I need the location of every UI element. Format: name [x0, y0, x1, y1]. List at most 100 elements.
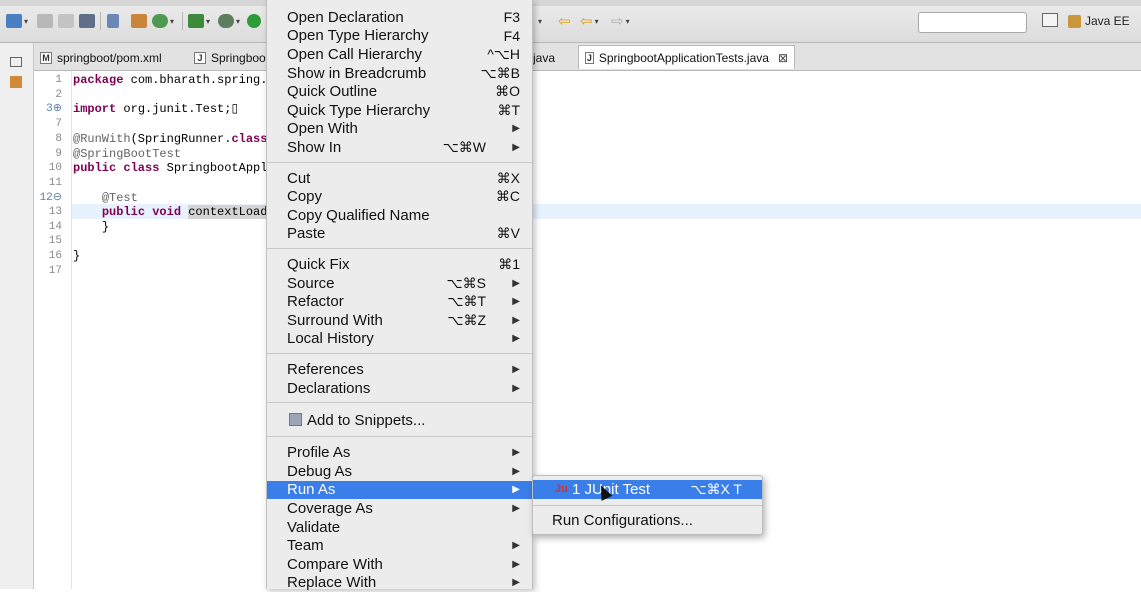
- menu-item-source[interactable]: Source ⌥⌘S ▶: [267, 274, 532, 293]
- submenu-arrow-icon: ▶: [512, 333, 520, 345]
- code-token: org.junit.Test;▯: [116, 102, 239, 116]
- submenu-arrow-icon: ▶: [512, 123, 520, 135]
- code-line[interactable]: @Test: [73, 191, 138, 206]
- debug-icon[interactable]: ▾: [218, 12, 240, 30]
- menu-item-show-in-breadcrumb[interactable]: Show in Breadcrumb ⌥⌘B: [267, 64, 532, 83]
- menu-item-label: Validate: [287, 518, 341, 536]
- print-icon[interactable]: [79, 12, 95, 30]
- code-line[interactable]: @SpringBootTest: [73, 147, 181, 162]
- menu-item-show-in[interactable]: Show In ⌥⌘W ▶: [267, 138, 532, 157]
- submenu-arrow-icon: ▶: [512, 382, 520, 394]
- code-line[interactable]: public void contextLoads: [73, 205, 275, 220]
- keyword-token: class: [231, 132, 268, 146]
- save-icon[interactable]: [37, 12, 53, 30]
- menu-item-shortcut: ⌘C: [495, 188, 520, 205]
- save-all-icon[interactable]: [58, 12, 74, 30]
- forward-icon[interactable]: ⇨ ▾: [611, 12, 630, 30]
- back-icon[interactable]: ⇦: [558, 12, 571, 30]
- annotation-token: @Test: [101, 191, 138, 205]
- menu-item-label: Show in Breadcrumb: [287, 64, 427, 82]
- java-ee-perspective-icon: [1068, 14, 1081, 28]
- menu-item-open-type-hierarchy[interactable]: Open Type Hierarchy F4: [267, 27, 532, 46]
- line-number: 1: [55, 74, 62, 86]
- menu-item-open-call-hierarchy[interactable]: Open Call Hierarchy ^⌥H: [267, 45, 532, 64]
- submenu-arrow-icon: ▶: [512, 502, 520, 514]
- tab-springboot-application-tests[interactable]: J SpringbootApplicationTests.java ⊠: [578, 45, 795, 69]
- menu-item-coverage-as[interactable]: Coverage As ▶: [267, 499, 532, 518]
- restore-view-icon[interactable]: [10, 57, 22, 67]
- menu-item-paste[interactable]: Paste ⌘V: [267, 225, 532, 244]
- menu-separator: [533, 505, 762, 506]
- server-icon[interactable]: ▾: [188, 12, 210, 30]
- menu-item-copy-qualified-name[interactable]: Copy Qualified Name: [267, 206, 532, 225]
- menu-item-compare-with[interactable]: Compare With ▶: [267, 555, 532, 574]
- back-history-icon[interactable]: ⇦ ▾: [580, 12, 599, 30]
- menu-separator: [267, 248, 532, 250]
- menu-item-shortcut: ⌘V: [496, 225, 520, 242]
- toolbar-item[interactable]: ▾: [538, 12, 542, 30]
- menu-item-refactor[interactable]: Refactor ⌥⌘T ▶: [267, 292, 532, 311]
- open-perspective-icon[interactable]: [1042, 13, 1058, 29]
- menu-item-profile-as[interactable]: Profile As ▶: [267, 443, 532, 462]
- junit-test-menu-item[interactable]: Ju 1 JUnit Test ⌥⌘X T: [533, 480, 762, 499]
- run-icon[interactable]: [247, 12, 261, 30]
- menu-item-team[interactable]: Team ▶: [267, 536, 532, 555]
- code-line[interactable]: import org.junit.Test;▯: [73, 102, 238, 117]
- menu-item-replace-with[interactable]: Replace With ▶: [267, 574, 532, 592]
- submenu-arrow-icon: ▶: [512, 484, 520, 496]
- new-icon[interactable]: ▾: [6, 12, 28, 30]
- submenu-arrow-icon: ▶: [512, 577, 520, 589]
- code-line[interactable]: }: [73, 249, 80, 264]
- menu-item-copy[interactable]: Copy ⌘C: [267, 187, 532, 206]
- refresh-icon[interactable]: ▾: [152, 12, 174, 30]
- keyword-token: public void: [101, 205, 182, 219]
- submenu-arrow-icon: ▶: [512, 558, 520, 570]
- code-line[interactable]: @RunWith(SpringRunner.class): [73, 132, 275, 147]
- menu-item-surround-with[interactable]: Surround With ⌥⌘Z ▶: [267, 311, 532, 330]
- menu-item-open-declaration[interactable]: Open Declaration F3: [267, 8, 532, 27]
- context-menu: Open Declaration F3 Open Type Hierarchy F4 O…: [266, 0, 533, 592]
- menu-item-cut[interactable]: Cut ⌘X: [267, 169, 532, 188]
- code-line[interactable]: package com.bharath.spring.bo: [73, 73, 282, 88]
- code-line[interactable]: public class SpringbootAppli: [73, 161, 275, 176]
- menu-item-debug-as[interactable]: Debug As ▶: [267, 462, 532, 481]
- java-ee-perspective-button[interactable]: Java EE: [1068, 11, 1130, 31]
- line-number: 3⊕: [46, 103, 62, 115]
- run-configurations-menu-item[interactable]: Run Configurations...: [533, 511, 762, 530]
- line-number: 13: [48, 206, 62, 218]
- menu-item-local-history[interactable]: Local History ▶: [267, 330, 532, 349]
- menu-item-open-with[interactable]: Open With ▶: [267, 120, 532, 139]
- code-line[interactable]: }: [73, 220, 109, 235]
- menu-item-validate[interactable]: Validate: [267, 518, 532, 537]
- menu-item-declarations[interactable]: Declarations ▶: [267, 379, 532, 398]
- menu-item-run-as[interactable]: Run As ▶: [267, 480, 532, 500]
- menu-item-references[interactable]: References ▶: [267, 360, 532, 379]
- main-toolbar: ▾ ▾ ▾ ▾ ▾ ⇦ ⇦ ▾ ⇨ ▾ Java EE: [0, 0, 1141, 43]
- menu-item-quick-outline[interactable]: Quick Outline ⌘O: [267, 82, 532, 101]
- run-as-submenu: Ju 1 JUnit Test ⌥⌘X T Run Configurations…: [532, 475, 763, 535]
- java-file-icon: J: [194, 52, 206, 64]
- close-tab-icon[interactable]: ⊠: [778, 51, 788, 65]
- line-number: 12⊖: [39, 192, 62, 204]
- menu-item-label: Debug As: [287, 462, 353, 480]
- keyword-token: import: [73, 102, 117, 116]
- keyword-token: package: [73, 73, 124, 87]
- java-file-icon: J: [585, 51, 594, 64]
- tab-label: java: [533, 51, 556, 65]
- quick-access-search-input[interactable]: [918, 12, 1027, 33]
- menu-item-quick-fix[interactable]: Quick Fix ⌘1: [267, 255, 532, 274]
- menu-item-quick-type-hierarchy[interactable]: Quick Type Hierarchy ⌘T: [267, 101, 532, 120]
- tab-pom-xml[interactable]: M springboot/pom.xml: [34, 46, 168, 70]
- tab-springboot-java[interactable]: J Springboot: [188, 46, 275, 70]
- menu-item-add-to-snippets[interactable]: Add to Snippets...: [267, 409, 532, 431]
- build-icon[interactable]: [131, 12, 147, 30]
- menu-item-label: Quick Fix: [287, 255, 350, 273]
- pin-icon[interactable]: [107, 12, 119, 30]
- menu-separator: [267, 353, 532, 355]
- menu-item-label: Compare With: [287, 555, 383, 573]
- package-explorer-icon[interactable]: [10, 76, 22, 88]
- code-token: }: [73, 249, 81, 263]
- menu-item-shortcut: ⌥⌘T: [447, 293, 486, 310]
